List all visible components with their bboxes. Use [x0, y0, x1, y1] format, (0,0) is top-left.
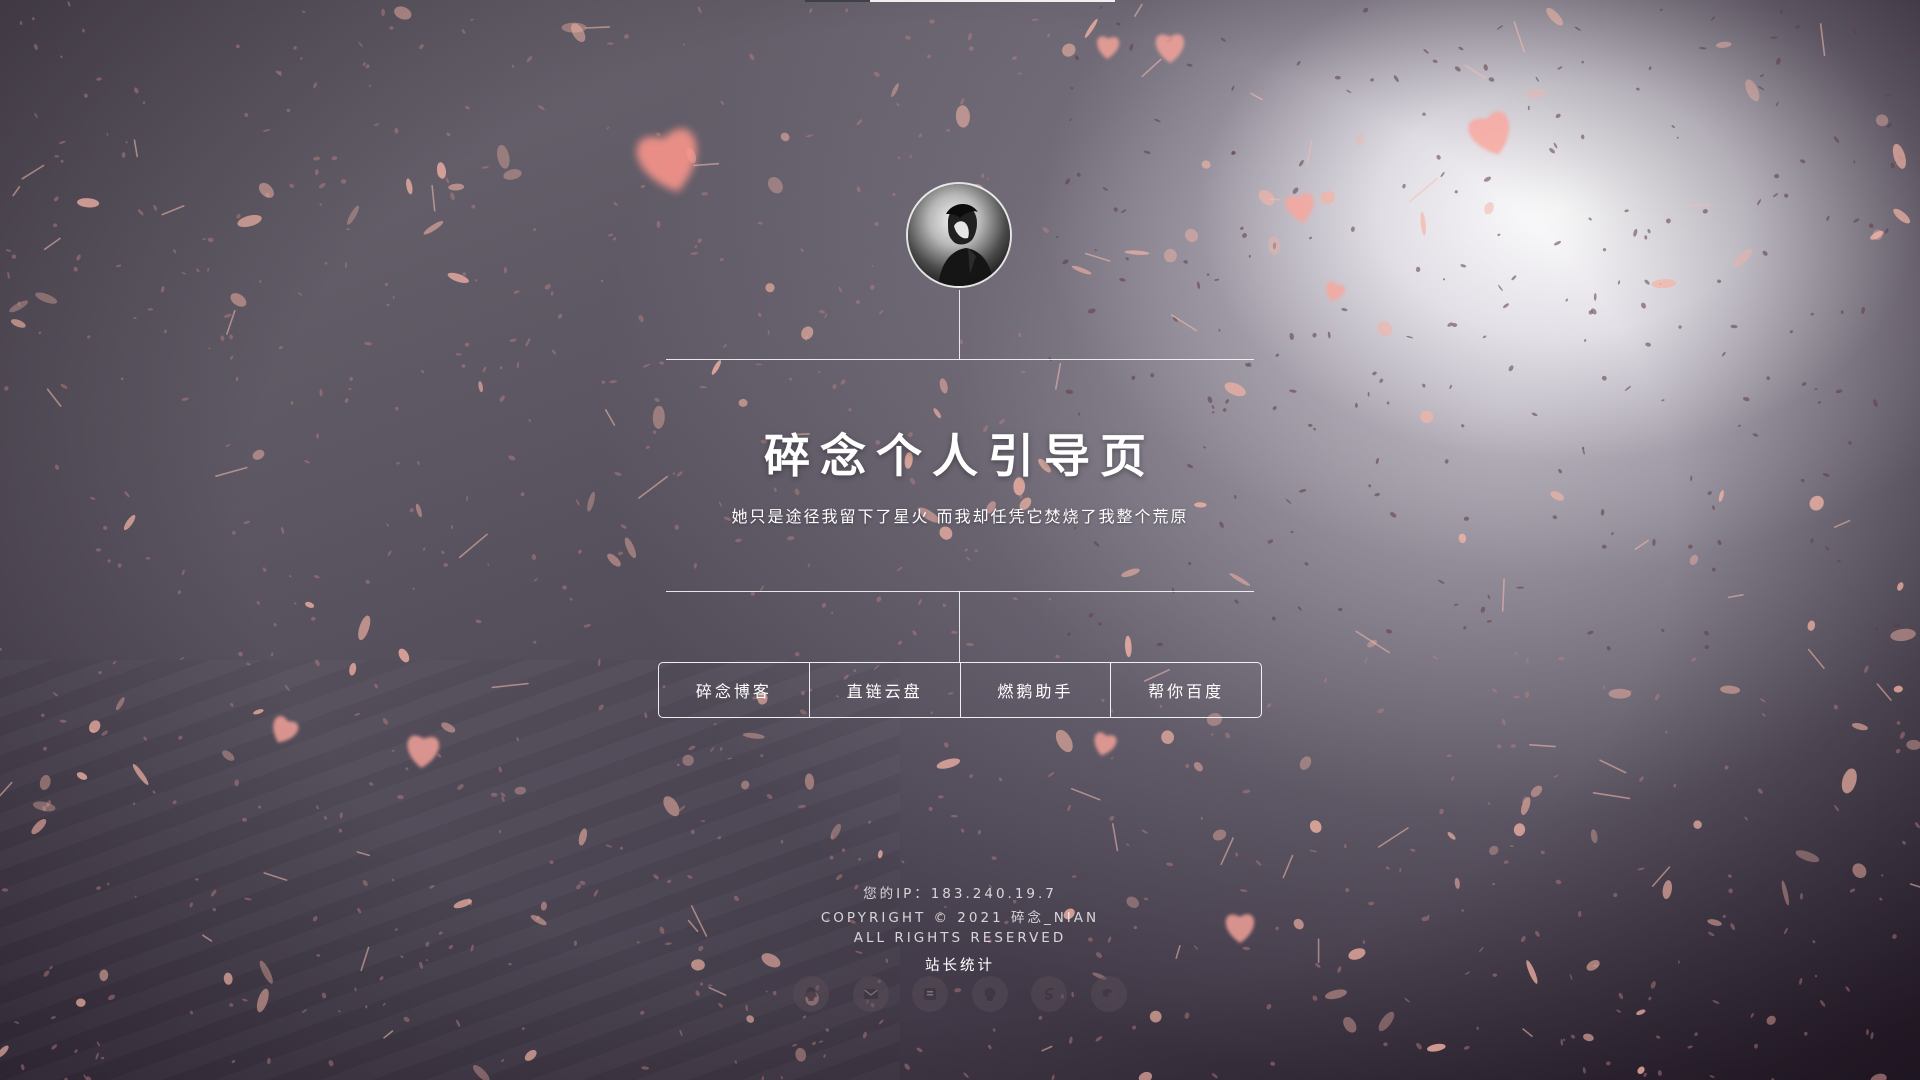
avatar-figure-image	[908, 184, 1010, 286]
divider-bottom	[666, 591, 1254, 592]
weibo-icon[interactable]	[1031, 976, 1068, 1012]
connector-nav-line	[959, 591, 960, 662]
top-progress-bar	[805, 0, 1115, 2]
avatar[interactable]	[906, 182, 1012, 288]
connector-avatar-line	[959, 290, 960, 359]
qq-icon[interactable]	[793, 976, 829, 1012]
footer-ip: 您的IP：183.240.19.7	[863, 886, 1057, 902]
blog-icon[interactable]	[912, 976, 949, 1012]
background-light-streaks	[0, 660, 900, 1080]
mail-icon[interactable]	[852, 976, 889, 1012]
divider-top	[666, 359, 1254, 360]
nav-button-group: 碎念博客 直链云盘 燃鹅助手 帮你百度	[658, 662, 1262, 718]
nav-button-blog[interactable]: 碎念博客	[659, 663, 810, 717]
page-subtitle: 她只是途径我留下了星火 而我却任凭它焚烧了我整个荒原	[731, 507, 1189, 526]
footer-stats-link[interactable]: 站长统计	[660, 954, 1260, 975]
github-icon[interactable]	[971, 976, 1008, 1012]
nav-button-baidu-helper[interactable]: 帮你百度	[1111, 663, 1261, 717]
footer-rights: ALL RIGHTS RESERVED	[853, 930, 1067, 946]
nav-button-cloud-drive[interactable]: 直链云盘	[810, 663, 961, 717]
page-title: 碎念个人引导页	[764, 429, 1156, 483]
social-links	[793, 976, 1127, 1012]
footer-copyright: COPYRIGHT © 2021 碎念_NIAN	[820, 910, 1100, 926]
nav-button-qq-assistant[interactable]: 燃鹅助手	[961, 663, 1112, 717]
wechat-icon[interactable]	[1090, 976, 1127, 1012]
